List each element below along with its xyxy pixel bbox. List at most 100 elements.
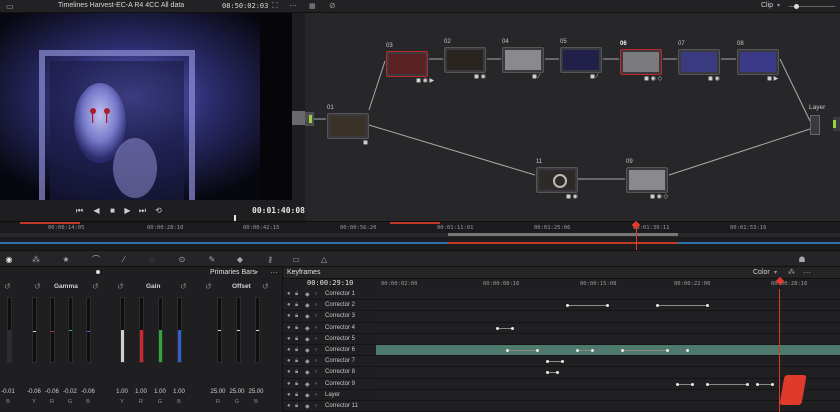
sizing-icon[interactable]: ▭ <box>290 254 302 265</box>
gain-g-meter[interactable] <box>158 297 163 363</box>
lock-icon[interactable]: 🔒︎ <box>295 403 298 410</box>
expand-chevron-icon[interactable]: › <box>315 336 317 342</box>
lock-icon[interactable]: 🔒︎ <box>295 347 298 354</box>
key-icon[interactable]: ⚷ <box>264 254 276 265</box>
offset-g-meter[interactable] <box>236 297 241 363</box>
lock-icon[interactable]: 🔒︎ <box>295 302 298 309</box>
gain-y-meter[interactable] <box>120 297 125 363</box>
keyframe-marker[interactable] <box>686 348 689 352</box>
keyframe-marker[interactable] <box>556 371 559 375</box>
layer-mixer-node[interactable] <box>810 115 820 135</box>
keyframe-row[interactable]: ● 🔒︎ ◆ › Corrector 6 <box>283 345 376 357</box>
keyframe-marker[interactable] <box>771 382 774 386</box>
grid-icon[interactable]: ▦ <box>309 2 316 10</box>
reverse-play-icon[interactable]: ◀ <box>91 205 102 216</box>
loop-icon[interactable]: ⟲ <box>153 205 164 216</box>
keyframe-marker[interactable] <box>706 304 709 308</box>
curves-icon[interactable]: ⌒ <box>90 254 102 265</box>
viewer-menu-icon[interactable]: ▭ <box>6 2 14 11</box>
gamma-g-meter[interactable] <box>68 297 73 363</box>
keyframe-marker[interactable] <box>691 382 694 386</box>
keyframe-row[interactable]: ● 🔒︎ ◆ › Corrector 4 <box>283 323 376 334</box>
gamma-b-meter[interactable] <box>86 297 91 363</box>
reset-gain-alt-icon[interactable]: ↺ <box>180 282 187 291</box>
visibility-dot-icon[interactable]: ● <box>287 336 291 342</box>
timeline-strip[interactable]: 00:00:14:05 00:00:28:10 00:00:42:15 00:0… <box>0 220 840 251</box>
reset-offset-alt-icon[interactable]: ↺ <box>262 282 269 291</box>
keyframe-marker[interactable] <box>566 304 569 308</box>
window-icon[interactable]: ◌ <box>146 254 158 265</box>
keyframe-row[interactable]: ● 🔒︎ ◆ › Corrector 5 <box>283 334 376 345</box>
visibility-dot-icon[interactable]: ● <box>287 302 291 308</box>
color-wheels-icon[interactable]: ◉ <box>3 254 15 265</box>
3d-icon[interactable]: △ <box>318 254 330 265</box>
keyframe-row[interactable]: ● 🔒︎ ◆ › Corrector 1 <box>283 289 376 301</box>
keyframe-row[interactable]: ● 🔒︎ ◆ › Corrector 11 <box>283 401 376 412</box>
play-icon[interactable]: ▶ <box>122 205 133 216</box>
gamma-y-meter[interactable] <box>32 297 37 363</box>
lock-icon[interactable]: 🔒︎ <box>295 358 298 365</box>
expand-chevron-icon[interactable]: › <box>315 381 317 387</box>
lock-icon[interactable]: 🔒︎ <box>295 381 298 388</box>
keyframe-row[interactable]: ● 🔒︎ ◆ › Corrector 2 <box>283 300 376 312</box>
expand-chevron-icon[interactable]: › <box>315 403 317 409</box>
clip-dropdown-icon[interactable]: ▾ <box>777 2 780 9</box>
expand-chevron-icon[interactable]: › <box>315 291 317 297</box>
keyframe-row[interactable]: ● 🔒︎ ◆ › Corrector 9 <box>283 379 376 390</box>
lift-b-meter[interactable] <box>7 297 12 363</box>
keyframe-mode-dropdown-icon[interactable]: ▾ <box>774 269 777 276</box>
keyframe-add-icon[interactable]: ◆ <box>305 336 310 343</box>
expand-chevron-icon[interactable]: › <box>315 302 317 308</box>
magic-mask-icon[interactable]: ✎ <box>206 254 218 265</box>
blur-icon[interactable]: ◆ <box>234 254 246 265</box>
keyframe-add-icon[interactable]: ◆ <box>305 302 310 309</box>
keyframe-marker[interactable] <box>666 348 669 352</box>
zoom-slider-handle[interactable] <box>794 4 799 9</box>
keyframe-add-icon[interactable]: ◆ <box>305 347 310 354</box>
keyframe-marker[interactable] <box>706 382 709 386</box>
node-graph[interactable]: 01 ◼ 03 ◼ ◉ ▶ 02 ◼ ◉ 04 ◼ ⁄ 05 ◼ ⁄ 06 ◼ … <box>305 13 840 221</box>
gain-b-meter[interactable] <box>177 297 182 363</box>
keyframe-row[interactable]: ● 🔒︎ ◆ › Layer <box>283 390 376 401</box>
keyframe-marker[interactable] <box>746 382 749 386</box>
keyframe-marker[interactable] <box>656 304 659 308</box>
expand-chevron-icon[interactable]: › <box>315 369 317 375</box>
expand-chevron-icon[interactable]: › <box>315 325 317 331</box>
keyframe-add-icon[interactable]: ◆ <box>305 381 310 388</box>
visibility-dot-icon[interactable]: ● <box>287 358 291 364</box>
visibility-dot-icon[interactable]: ● <box>287 325 291 331</box>
primaries-mode-label[interactable]: Primaries Bars <box>210 269 256 276</box>
keyframe-menu-icon[interactable]: ⋯ <box>803 268 811 277</box>
skip-end-icon[interactable]: ⏭ <box>137 205 148 216</box>
expand-chevron-icon[interactable]: › <box>315 358 317 364</box>
motion-effects-icon[interactable]: ★ <box>60 254 72 265</box>
keyframe-add-icon[interactable]: ◆ <box>305 313 310 320</box>
skip-start-icon[interactable]: ⏮ <box>74 205 85 216</box>
keyframe-add-icon[interactable]: ◆ <box>305 403 310 410</box>
visibility-dot-icon[interactable]: ● <box>287 347 291 353</box>
offset-b-meter[interactable] <box>255 297 260 363</box>
keyframe-marker[interactable] <box>576 348 579 352</box>
keyframe-add-icon[interactable]: ◆ <box>305 291 310 298</box>
keyframe-marker[interactable] <box>621 348 624 352</box>
keyframe-marker[interactable] <box>756 382 759 386</box>
viewer-side-handle[interactable] <box>292 111 305 125</box>
visibility-dot-icon[interactable]: ● <box>287 291 291 297</box>
keyframe-marker[interactable] <box>536 348 539 352</box>
keyframe-add-icon[interactable]: ◆ <box>305 358 310 365</box>
keyframe-marker[interactable] <box>496 326 499 330</box>
tracker-icon[interactable]: ⊙ <box>176 254 188 265</box>
reset-gamma-alt-icon[interactable]: ↺ <box>92 282 99 291</box>
visibility-dot-icon[interactable]: ● <box>287 313 291 319</box>
reset-lift-icon[interactable]: ↺ <box>4 282 11 291</box>
keyframe-marker[interactable] <box>561 360 564 364</box>
primaries-dropdown-icon[interactable]: ▾ <box>255 269 258 276</box>
lock-icon[interactable]: 🔒︎ <box>295 291 298 298</box>
keyframe-marker[interactable] <box>506 348 509 352</box>
expand-chevron-icon[interactable]: › <box>315 313 317 319</box>
reset-gamma-icon[interactable]: ↺ <box>34 282 41 291</box>
stop-icon[interactable]: ■ <box>107 205 118 216</box>
expand-chevron-icon[interactable]: › <box>315 392 317 398</box>
lock-icon[interactable]: 🔒︎ <box>295 336 298 343</box>
keyframe-track-area[interactable] <box>376 289 840 412</box>
